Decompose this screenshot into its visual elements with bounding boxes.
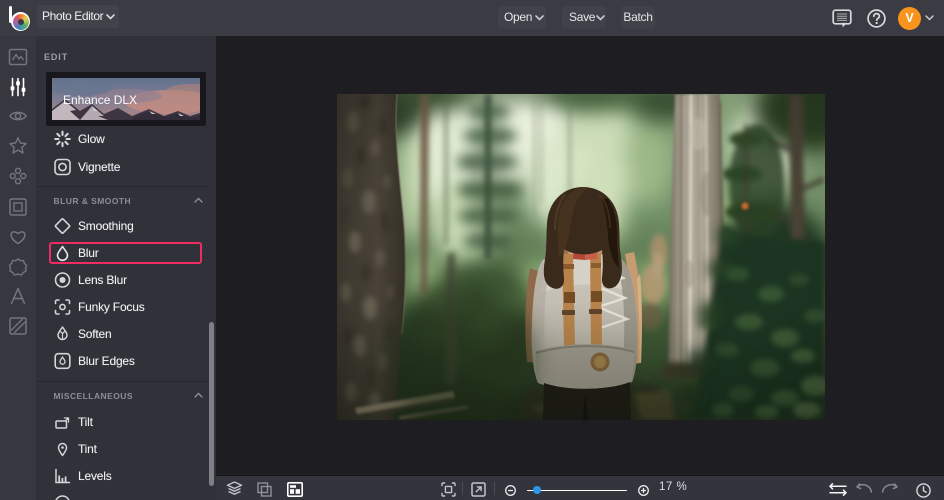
svg-text:Enhance DLX: Enhance DLX	[63, 93, 137, 107]
